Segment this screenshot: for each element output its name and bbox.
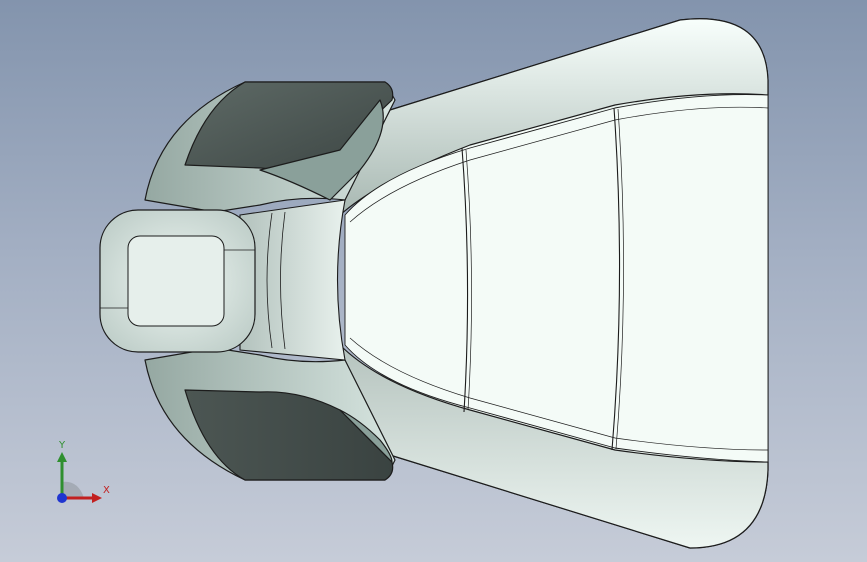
3d-viewport[interactable]: Y X (0, 0, 867, 562)
headrest-inner (127, 235, 225, 327)
seat-part-model[interactable] (0, 0, 867, 562)
neck-connector (239, 199, 346, 361)
x-axis-label: X (103, 485, 110, 496)
axis-triad: Y X (40, 438, 120, 518)
triad-z-axis (57, 493, 67, 503)
y-axis-label: Y (59, 440, 66, 451)
